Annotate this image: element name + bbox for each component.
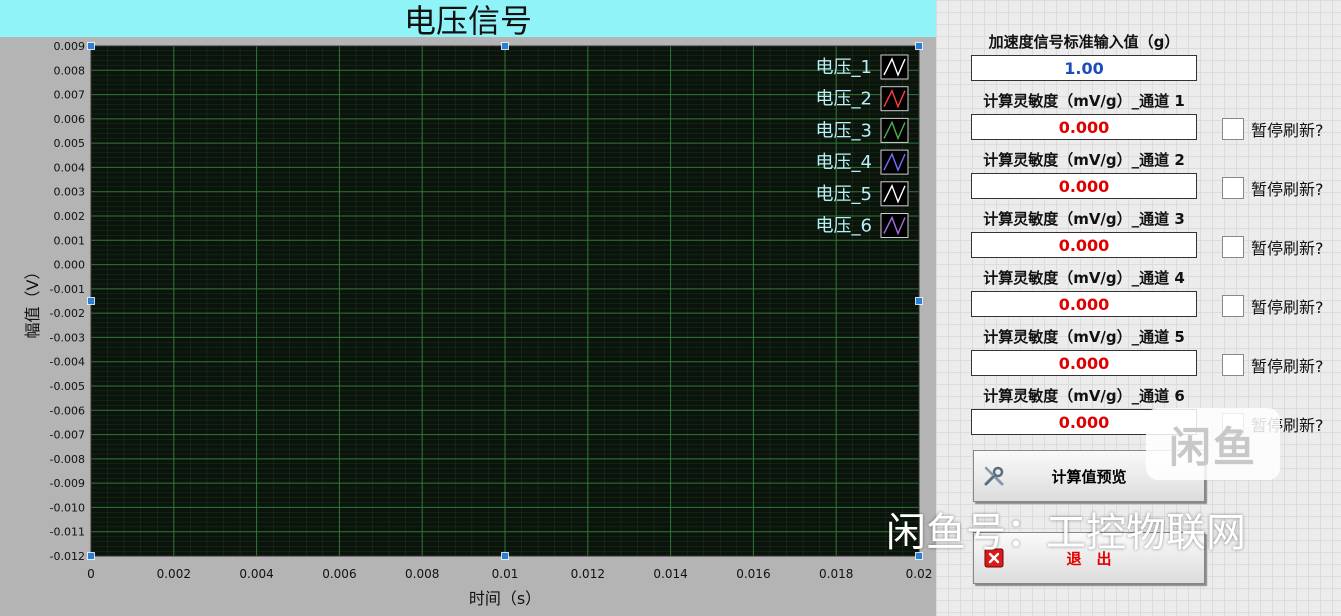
legend-label: 电压_1 (816, 57, 872, 78)
channel-3-sensitivity: 0.000 (971, 232, 1197, 258)
y-tick-label: -0.011 (50, 526, 85, 539)
y-tick-label: 0.008 (54, 64, 86, 77)
watermark-badge-text: 闲鱼 (1168, 422, 1257, 472)
x-tick-label: 0.006 (322, 567, 356, 581)
tools-icon (974, 464, 1014, 488)
channel-3-label: 计算灵敏度（mV/g）_通道 3 (983, 210, 1185, 228)
x-tick-label: 0.018 (819, 567, 853, 581)
x-tick-label: 0.01 (492, 567, 519, 581)
channel-1-pause-label: 暂停刷新? (1251, 121, 1324, 140)
resize-handle (87, 552, 95, 560)
x-tick-label: 0.002 (157, 567, 191, 581)
resize-handle (501, 42, 509, 50)
y-tick-label: 0.009 (54, 40, 86, 53)
y-tick-label: 0.002 (54, 210, 86, 223)
y-tick-label: -0.002 (50, 307, 85, 320)
resize-handle (915, 42, 923, 50)
legend-label: 电压_4 (816, 152, 872, 173)
y-tick-label: -0.004 (50, 356, 85, 369)
resize-handle (87, 42, 95, 50)
channel-3-pause-checkbox[interactable] (1222, 236, 1244, 258)
y-tick-label: -0.007 (50, 429, 85, 442)
resize-handle (501, 552, 509, 560)
x-tick-label: 0.014 (653, 567, 687, 581)
channel-2-pause-label: 暂停刷新? (1251, 180, 1324, 199)
channel-1-pause[interactable]: 暂停刷新? (1222, 117, 1324, 141)
channel-3-pause[interactable]: 暂停刷新? (1222, 235, 1324, 259)
channel-1-pause-checkbox[interactable] (1222, 118, 1244, 140)
y-tick-label: -0.010 (50, 501, 85, 514)
channel-2-pause[interactable]: 暂停刷新? (1222, 176, 1324, 200)
legend-label: 电压_2 (816, 89, 872, 110)
y-tick-label: 0.005 (54, 137, 86, 150)
watermark-badge: 闲鱼 (1146, 408, 1280, 480)
y-tick-label: 0.001 (54, 234, 86, 247)
x-tick-label: 0.012 (571, 567, 605, 581)
resize-handle (87, 297, 95, 305)
channel-4-pause[interactable]: 暂停刷新? (1222, 294, 1324, 318)
y-tick-label: 0.003 (54, 186, 86, 199)
channel-3-pause-label: 暂停刷新? (1251, 239, 1324, 258)
channel-5-pause[interactable]: 暂停刷新? (1222, 353, 1324, 377)
channel-4-sensitivity: 0.000 (971, 291, 1197, 317)
y-tick-label: -0.005 (50, 380, 85, 393)
y-axis-label: 幅值（V） (23, 264, 42, 339)
channel-2-pause-checkbox[interactable] (1222, 177, 1244, 199)
y-tick-label: 0.006 (54, 113, 86, 126)
channel-4-label: 计算灵敏度（mV/g）_通道 4 (983, 269, 1185, 287)
graph-title-bar: 电压信号 (0, 0, 936, 40)
channel-4-pause-checkbox[interactable] (1222, 295, 1244, 317)
y-tick-label: 0.000 (54, 259, 86, 272)
y-tick-label: 0.007 (54, 89, 86, 102)
voltage-chart[interactable]: 0 0.002 0.004 0.006 0.008 0.01 0.012 0.014 0.016… (0, 37, 936, 616)
resize-handle (915, 297, 923, 305)
x-tick-label: 0.004 (239, 567, 273, 581)
legend-label: 电压_5 (816, 184, 872, 205)
channel-5-pause-label: 暂停刷新? (1251, 357, 1324, 376)
channel-5-sensitivity: 0.000 (971, 350, 1197, 376)
y-tick-label: -0.001 (50, 283, 85, 296)
channel-2-sensitivity: 0.000 (971, 173, 1197, 199)
y-tick-label: -0.006 (50, 404, 85, 417)
y-tick-label: -0.003 (50, 331, 85, 344)
x-tick-label: 0 (87, 567, 95, 581)
watermark-text: 闲鱼号：工控物联网 (886, 510, 1246, 556)
x-tick-label: 0.008 (405, 567, 439, 581)
channel-5-pause-checkbox[interactable] (1222, 354, 1244, 376)
y-tick-label: -0.009 (50, 477, 85, 490)
x-tick-label: 0.016 (736, 567, 770, 581)
x-tick-label: 0.02 (906, 567, 933, 581)
accel-input-label: 加速度信号标准输入值（g） (988, 33, 1180, 51)
graph-title: 电压信号 (403, 1, 532, 40)
channel-4-pause-label: 暂停刷新? (1251, 298, 1324, 317)
legend-label: 电压_6 (816, 216, 872, 237)
channel-5-label: 计算灵敏度（mV/g）_通道 5 (983, 328, 1185, 346)
channel-2-label: 计算灵敏度（mV/g）_通道 2 (983, 151, 1185, 169)
y-tick-label: 0.004 (54, 161, 86, 174)
legend-label: 电压_3 (816, 120, 872, 141)
y-tick-label: -0.012 (50, 550, 85, 563)
channel-1-sensitivity: 0.000 (971, 114, 1197, 140)
y-tick-label: -0.008 (50, 453, 85, 466)
channel-6-label: 计算灵敏度（mV/g）_通道 6 (983, 387, 1185, 405)
x-axis-label: 时间（s） (469, 589, 541, 608)
graph-panel: 电压信号 0 0.002 0.004 0.006 0.008 0.01 0.012 0.014… (0, 0, 936, 616)
channel-1-label: 计算灵敏度（mV/g）_通道 1 (983, 92, 1185, 110)
accel-input-field[interactable]: 1.00 (971, 55, 1197, 81)
